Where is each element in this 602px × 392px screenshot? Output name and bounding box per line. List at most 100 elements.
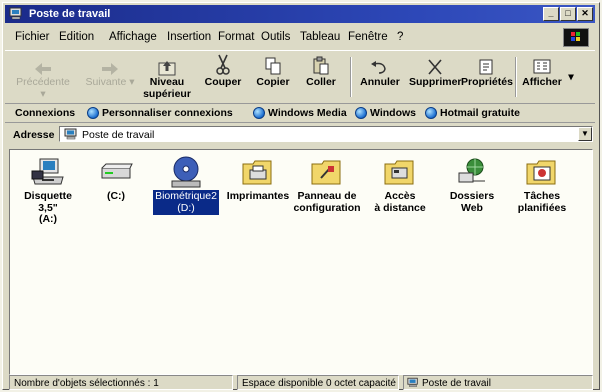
maximize-button[interactable]: □ bbox=[560, 7, 576, 21]
properties-button[interactable]: Propriétés bbox=[461, 54, 513, 88]
scheduled-tasks-icon bbox=[526, 160, 556, 185]
item-label-line1: Accès bbox=[384, 190, 416, 202]
scissors-icon bbox=[216, 54, 230, 75]
item-label-line2: à distance bbox=[374, 201, 426, 214]
address-bar: Adresse Poste de travail ▼ bbox=[5, 125, 595, 145]
link-label: Windows Media bbox=[268, 107, 347, 119]
status-bar: Nombre d'objets sélectionnés : 1 Espace … bbox=[5, 375, 597, 391]
status-selected-count: Nombre d'objets sélectionnés : 1 bbox=[9, 375, 233, 390]
ie-link-icon bbox=[425, 107, 437, 119]
up-label-2: supérieur bbox=[143, 88, 191, 100]
item-label-line1: Panneau de bbox=[297, 190, 357, 202]
item-label-line2: (D:) bbox=[177, 201, 195, 214]
status-location-text: Poste de travail bbox=[422, 378, 491, 389]
floppy-drive-icon bbox=[31, 158, 64, 185]
hard-drive-icon bbox=[101, 163, 133, 179]
up-folder-icon bbox=[158, 61, 176, 76]
drive-item-floppy[interactable]: Disquette 3,5" (A:) bbox=[12, 154, 84, 227]
cut-label: Couper bbox=[204, 76, 242, 88]
menu-format[interactable]: Format bbox=[218, 31, 254, 43]
undo-icon bbox=[371, 61, 386, 74]
back-button[interactable]: Précédente ▾ bbox=[15, 54, 71, 100]
view-label: Afficher bbox=[522, 76, 562, 88]
ie-link-icon bbox=[253, 107, 265, 119]
copy-label: Copier bbox=[256, 76, 290, 88]
view-dropdown-icon[interactable]: ▾ bbox=[565, 71, 577, 83]
item-label-line1: Biométrique2 bbox=[155, 190, 217, 202]
folder-item-web-folders[interactable]: Dossiers Web bbox=[436, 154, 508, 215]
delete-button[interactable]: Supprimer bbox=[409, 54, 462, 88]
dial-up-icon bbox=[384, 160, 414, 185]
links-bar: Connexions Personnaliser connexions Wind… bbox=[5, 104, 595, 123]
up-label-1: Niveau bbox=[149, 76, 185, 88]
menu-fenetre[interactable]: Fenêtre bbox=[348, 31, 388, 43]
close-button[interactable]: ✕ bbox=[577, 7, 593, 21]
view-button[interactable]: Afficher bbox=[519, 54, 565, 88]
up-button[interactable]: Niveau supérieur bbox=[141, 54, 193, 100]
link-windows-media[interactable]: Windows Media bbox=[253, 107, 347, 119]
paste-button[interactable]: Coller bbox=[299, 54, 343, 88]
menu-bar: Fichier Edition Affichage Insertion Form… bbox=[5, 27, 595, 47]
drive-item-c[interactable]: (C:) bbox=[80, 154, 152, 204]
minimize-button[interactable]: _ bbox=[543, 7, 559, 21]
menu-tableau[interactable]: Tableau bbox=[300, 31, 340, 43]
folder-item-scheduled-tasks[interactable]: Tâches planifiées bbox=[506, 154, 578, 215]
link-personnaliser[interactable]: Personnaliser connexions bbox=[87, 107, 233, 119]
item-label-line1: (C:) bbox=[106, 190, 126, 202]
link-label: Personnaliser connexions bbox=[102, 107, 233, 119]
forward-label: Suivante bbox=[85, 76, 127, 88]
windows-logo-icon bbox=[563, 28, 589, 47]
address-dropdown-button[interactable]: ▼ bbox=[578, 127, 592, 141]
folder-item-control-panel[interactable]: Panneau de configuration bbox=[291, 154, 363, 215]
folder-item-dial-up[interactable]: Accès à distance bbox=[364, 154, 436, 215]
printer-folder-icon bbox=[242, 160, 272, 185]
item-label-line1: Tâches bbox=[523, 190, 561, 202]
standard-toolbar: Précédente ▾ Suivante ▾ Niveau supérieur… bbox=[5, 50, 595, 104]
file-view: Disquette 3,5" (A:) (C:) Biométrique2 (D:)… bbox=[9, 149, 593, 375]
web-folders-icon bbox=[458, 158, 485, 183]
paste-label: Coller bbox=[306, 76, 336, 88]
item-label-line2: configuration bbox=[293, 201, 361, 214]
folder-item-printers[interactable]: Imprimantes bbox=[222, 154, 294, 204]
menu-help[interactable]: ? bbox=[397, 31, 403, 43]
forward-button[interactable]: Suivante ▾ bbox=[83, 54, 137, 88]
cd-drive-icon bbox=[171, 156, 201, 188]
title-bar[interactable]: Poste de travail _ □ ✕ bbox=[5, 5, 595, 23]
control-panel-icon bbox=[311, 160, 341, 185]
item-label-line1: Imprimantes bbox=[226, 190, 290, 202]
address-label: Adresse bbox=[13, 129, 55, 141]
link-label: Hotmail gratuite bbox=[440, 107, 520, 119]
drive-item-d[interactable]: Biométrique2 (D:) bbox=[150, 154, 222, 215]
menu-affichage[interactable]: Affichage bbox=[109, 31, 157, 43]
item-label-line2: planifiées bbox=[517, 201, 567, 214]
item-label-line2: Web bbox=[461, 201, 483, 214]
back-arrow-icon bbox=[35, 63, 51, 75]
menu-outils[interactable]: Outils bbox=[261, 31, 290, 43]
forward-arrow-icon bbox=[102, 63, 118, 75]
undo-button[interactable]: Annuler bbox=[357, 54, 403, 88]
explorer-window: Poste de travail _ □ ✕ Fichier Edition A… bbox=[2, 2, 600, 390]
menu-fichier[interactable]: Fichier bbox=[15, 31, 50, 43]
copy-button[interactable]: Copier bbox=[251, 54, 295, 88]
address-value: Poste de travail bbox=[82, 129, 155, 141]
cut-button[interactable]: Couper bbox=[201, 54, 245, 88]
link-hotmail[interactable]: Hotmail gratuite bbox=[425, 107, 520, 119]
item-label-line1: Dossiers bbox=[449, 190, 495, 202]
menu-edition[interactable]: Edition bbox=[59, 31, 94, 43]
address-input[interactable]: Poste de travail ▼ bbox=[59, 126, 593, 142]
link-label: Windows bbox=[370, 107, 416, 119]
ie-link-icon bbox=[87, 107, 99, 119]
undo-label: Annuler bbox=[360, 76, 400, 88]
delete-x-icon bbox=[428, 59, 442, 75]
status-location: Poste de travail bbox=[403, 375, 593, 390]
window-title: Poste de travail bbox=[29, 8, 111, 20]
paste-icon bbox=[313, 56, 329, 75]
status-free-space: Espace disponible 0 octet capacité bbox=[237, 375, 399, 390]
properties-icon bbox=[479, 59, 493, 75]
menu-insertion[interactable]: Insertion bbox=[167, 31, 211, 43]
link-windows[interactable]: Windows bbox=[355, 107, 416, 119]
computer-icon bbox=[407, 377, 418, 387]
delete-label: Supprimer bbox=[409, 76, 462, 88]
view-icon bbox=[533, 59, 551, 74]
ie-link-icon bbox=[355, 107, 367, 119]
